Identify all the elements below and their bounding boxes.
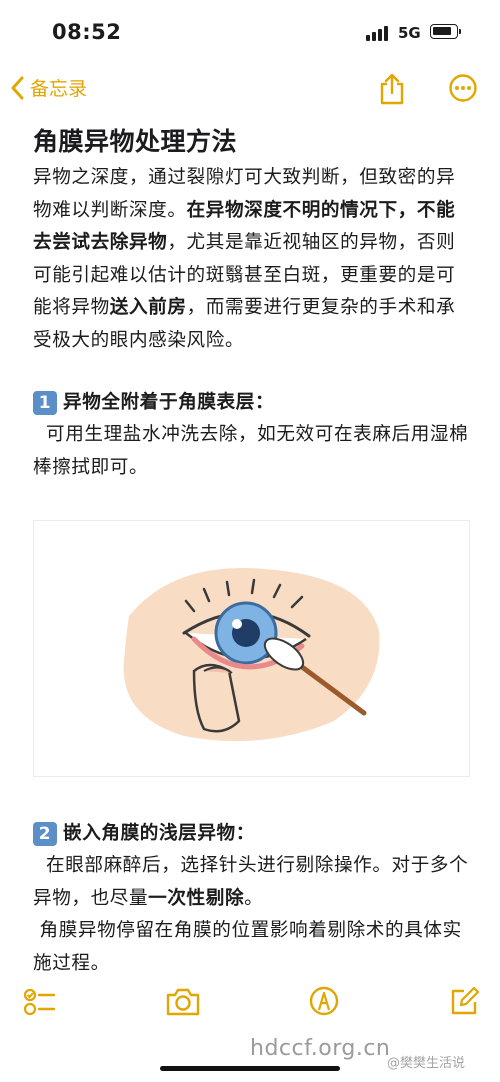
section1-heading: 1 异物全附着于角膜表层： — [33, 387, 473, 419]
note-content[interactable]: 角膜异物处理方法 异物之深度，通过裂隙灯可大致判断，但致密的异物难以判断深度。在… — [33, 122, 473, 484]
note-title: 角膜异物处理方法 — [33, 127, 238, 156]
signal-icon — [366, 25, 388, 41]
chevron-left-icon — [11, 76, 24, 99]
watermark-small: @樊樊生活说 — [387, 1056, 466, 1071]
back-label: 备忘录 — [30, 78, 88, 100]
bottom-toolbar — [0, 986, 500, 1036]
share-icon[interactable] — [378, 72, 406, 106]
section1-heading-text: 异物全附着于角膜表层： — [63, 392, 275, 413]
network-type: 5G — [398, 24, 421, 42]
battery-icon — [430, 24, 461, 39]
intro-paragraph: 异物之深度，通过裂隙灯可大致判断，但致密的异物难以判断深度。在异物深度不明的情况… — [33, 162, 473, 357]
section2-body2: 角膜异物停留在角膜的位置影响着剔除术的具体实施过程。 — [33, 920, 462, 974]
nav-bar: 备忘录 — [0, 66, 500, 112]
markup-icon[interactable] — [309, 986, 339, 1016]
camera-icon[interactable] — [165, 986, 201, 1018]
number-badge: 1 — [33, 391, 57, 415]
compose-icon[interactable] — [448, 986, 480, 1018]
eye-illustration[interactable] — [33, 520, 470, 777]
section2-heading-text: 嵌入角膜的浅层异物： — [63, 823, 255, 844]
text-segment: 。 — [244, 887, 264, 909]
watermark: hdccf.org.cn — [250, 1036, 391, 1061]
status-time: 08:52 — [52, 20, 122, 44]
bold-text: 一次性剔除 — [148, 887, 245, 909]
note-content-section2[interactable]: 2 嵌入角膜的浅层异物： 在眼部麻醉后，选择针头进行剔除操作。对于多个异物，也尽… — [33, 818, 473, 980]
checklist-icon[interactable] — [22, 986, 56, 1018]
section2-heading: 2 嵌入角膜的浅层异物： — [33, 818, 473, 850]
home-indicator[interactable] — [160, 1066, 340, 1071]
more-icon[interactable] — [448, 73, 478, 103]
eye-cleaning-image — [123, 567, 380, 741]
number-badge: 2 — [33, 822, 57, 846]
section1-body: 可用生理盐水冲洗去除，如无效可在表麻后用湿棉棒擦拭即可。 — [33, 424, 469, 478]
status-bar: 08:52 5G — [0, 0, 500, 66]
section2-body: 在眼部麻醉后，选择针头进行剔除操作。对于多个异物，也尽量一次性剔除。 — [33, 850, 473, 915]
back-button[interactable]: 备忘录 — [10, 74, 87, 101]
bold-text: 送入前房 — [109, 297, 187, 318]
